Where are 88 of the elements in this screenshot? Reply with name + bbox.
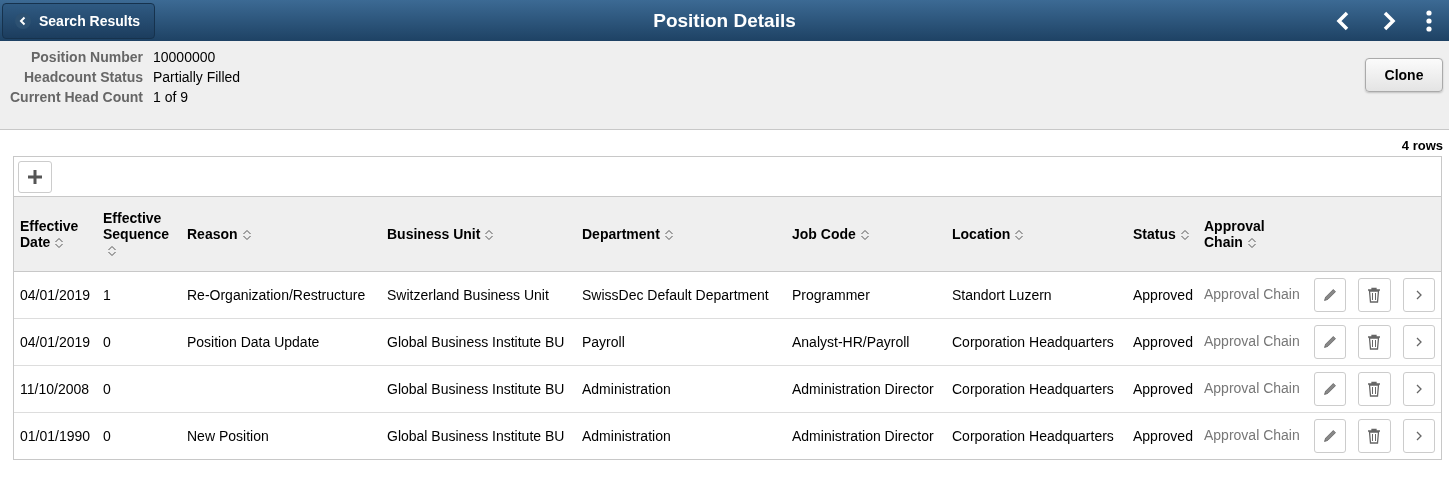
table-cell: 04/01/2019	[20, 286, 91, 303]
table-cell: Programmer	[792, 286, 870, 303]
chevron-right-icon	[1414, 288, 1423, 301]
trash-icon	[1367, 427, 1382, 444]
table-cell: Administration Director	[792, 427, 934, 444]
page-title: Position Details	[653, 9, 796, 32]
field-label: Position Number	[30, 49, 143, 65]
delete-button[interactable]	[1358, 324, 1391, 359]
back-button[interactable]: Search Results	[2, 2, 156, 39]
pencil-icon	[1324, 288, 1337, 301]
table-cell: Global Business Institute BU	[387, 380, 565, 397]
details-button[interactable]	[1402, 418, 1435, 453]
table-cell: 1	[103, 286, 111, 303]
chevron-right-icon	[1414, 429, 1423, 442]
table-cell: Standort Luzern	[952, 286, 1052, 303]
table-cell: Approved	[1133, 286, 1193, 303]
table-cell: Approved	[1133, 380, 1193, 397]
field-value: 1 of 9	[153, 89, 190, 105]
table-cell: SwissDec Default Department	[582, 286, 769, 303]
column-header[interactable]: Location	[952, 225, 1025, 242]
column-header[interactable]: Business Unit	[387, 225, 495, 242]
trash-icon	[1367, 380, 1382, 397]
table-cell: 01/01/1990	[20, 427, 91, 444]
table-cell: 0	[103, 427, 111, 444]
details-button[interactable]	[1402, 277, 1435, 312]
pencil-icon	[1324, 335, 1337, 348]
sort-icon[interactable]	[1014, 229, 1025, 242]
table-cell: Analyst-HR/Payroll	[792, 333, 910, 350]
edit-button[interactable]	[1314, 371, 1347, 406]
table-cell: Global Business Institute BU	[387, 333, 565, 350]
clone-button[interactable]: Clone	[1365, 58, 1443, 92]
trash-icon	[1367, 286, 1382, 303]
sort-icon[interactable]	[54, 237, 65, 250]
delete-button[interactable]	[1358, 277, 1391, 312]
field-value: Partially Filled	[153, 69, 241, 85]
chevron-right-icon	[1414, 382, 1423, 395]
trash-icon	[1367, 333, 1382, 350]
table-cell: Approved	[1133, 333, 1193, 350]
details-button[interactable]	[1402, 371, 1435, 406]
table-cell: Position Data Update	[187, 333, 320, 350]
table-cell: 0	[103, 333, 111, 350]
table-cell: Administration Director	[792, 380, 934, 397]
column-header[interactable]: Status	[1133, 225, 1190, 242]
table-cell: Corporation Headquarters	[952, 333, 1114, 350]
edit-button[interactable]	[1314, 277, 1347, 312]
sort-icon[interactable]	[1246, 237, 1257, 250]
approval-chain-link[interactable]: Approval Chain	[1204, 426, 1300, 443]
approval-chain-link[interactable]: Approval Chain	[1204, 379, 1300, 396]
field-label: Headcount Status	[23, 69, 143, 85]
approval-chain-link[interactable]: Approval Chain	[1204, 332, 1300, 349]
table-cell: Payroll	[582, 333, 625, 350]
table-cell: Re-Organization/Restructure	[187, 286, 366, 303]
more-icon[interactable]	[1425, 8, 1433, 33]
delete-button[interactable]	[1358, 371, 1391, 406]
details-button[interactable]	[1402, 324, 1435, 359]
approval-chain-link[interactable]: Approval Chain	[1204, 285, 1300, 302]
column-header[interactable]: Reason	[187, 225, 252, 242]
field-value: 10000000	[153, 49, 217, 65]
table-cell: Corporation Headquarters	[952, 380, 1114, 397]
field-label: Current Head Count	[10, 89, 143, 105]
table-cell: 0	[103, 380, 111, 397]
table-cell: Corporation Headquarters	[952, 427, 1114, 444]
column-header[interactable]: Department	[582, 225, 674, 242]
table-cell: Switzerland Business Unit	[387, 286, 549, 303]
table-cell: 11/10/2008	[20, 380, 90, 397]
sort-icon[interactable]	[484, 229, 495, 242]
row-count: 4 rows	[1401, 138, 1443, 153]
add-button[interactable]	[18, 161, 52, 193]
table-cell: New Position	[187, 427, 269, 444]
edit-button[interactable]	[1314, 418, 1347, 453]
sort-icon[interactable]	[241, 229, 252, 242]
delete-button[interactable]	[1358, 418, 1391, 453]
pencil-icon	[1324, 429, 1337, 442]
table-cell: Approved	[1133, 427, 1193, 444]
sort-icon[interactable]	[107, 245, 117, 258]
table-cell: 04/01/2019	[20, 333, 91, 350]
plus-icon	[27, 169, 43, 185]
back-icon	[15, 12, 31, 29]
edit-button[interactable]	[1314, 324, 1347, 359]
table-cell: Administration	[582, 427, 671, 444]
column-header[interactable]: Job Code	[792, 225, 870, 242]
table-cell: Global Business Institute BU	[387, 427, 565, 444]
pencil-icon	[1324, 382, 1337, 395]
sort-icon[interactable]	[859, 229, 870, 242]
sort-icon[interactable]	[663, 229, 674, 242]
sort-icon[interactable]	[1179, 229, 1190, 242]
chevron-right-icon	[1414, 335, 1423, 348]
table-cell: Administration	[582, 380, 671, 397]
